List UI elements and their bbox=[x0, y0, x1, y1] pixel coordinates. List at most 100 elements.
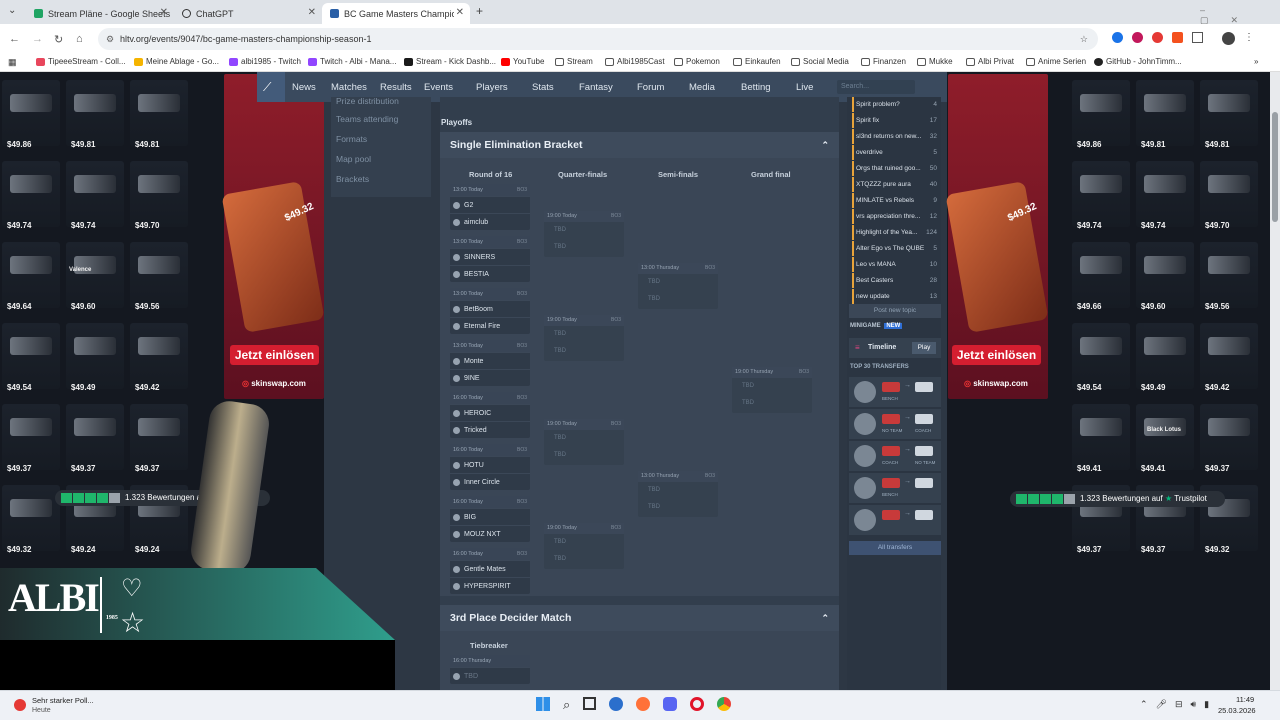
forum-topic[interactable]: XTQZZZ pure aura 40 bbox=[852, 177, 940, 192]
collapse-chevron-icon[interactable]: ⌃ bbox=[821, 605, 829, 631]
skin-card[interactable] bbox=[66, 161, 124, 227]
bookmark-star-icon[interactable]: ☆ bbox=[1080, 28, 1088, 50]
windows-start-icon[interactable] bbox=[536, 697, 550, 711]
nav-results[interactable]: Results bbox=[380, 82, 412, 93]
nav-matches[interactable]: Matches bbox=[331, 82, 367, 93]
right-ad-banner[interactable]: $49.86 $49.81 $49.81 $49.74 $49.74 $49.70 $49.… bbox=[945, 72, 1270, 690]
task-view-icon[interactable] bbox=[583, 697, 597, 710]
nav-forum[interactable]: Forum bbox=[637, 82, 664, 93]
skin-card[interactable] bbox=[1072, 80, 1130, 146]
skin-card[interactable] bbox=[66, 242, 124, 308]
bracket-match[interactable]: 19:00 Today BO3 TBD TBD bbox=[544, 315, 624, 361]
tab-sheets[interactable]: Stream Pläne - Google Sheets ✕ bbox=[26, 3, 174, 24]
nav-news[interactable]: News bbox=[292, 82, 316, 93]
notification-app-icon[interactable] bbox=[14, 699, 26, 711]
skin-card[interactable] bbox=[1136, 323, 1194, 389]
transfer-row[interactable]: → BENCH bbox=[849, 473, 941, 503]
forum-topic[interactable]: Leo vs MANA 10 bbox=[852, 257, 940, 272]
tab-list-chevron-icon[interactable]: ⌄ bbox=[8, 5, 16, 16]
forum-topic[interactable]: Highlight of the Yea... 124 bbox=[852, 225, 940, 240]
forum-topic[interactable]: Spirit fix 17 bbox=[852, 113, 940, 128]
profile-icon[interactable] bbox=[1222, 32, 1235, 45]
skin-card[interactable] bbox=[1200, 80, 1258, 146]
extension-icon[interactable] bbox=[1132, 32, 1143, 43]
skin-card[interactable] bbox=[1136, 80, 1194, 146]
skin-card[interactable] bbox=[1136, 161, 1194, 227]
skin-card[interactable] bbox=[1072, 404, 1130, 470]
scrollbar-thumb[interactable] bbox=[1272, 112, 1278, 222]
skin-card[interactable] bbox=[1136, 242, 1194, 308]
scrollbar[interactable] bbox=[1270, 72, 1280, 690]
menu-dots-icon[interactable]: ⋮ bbox=[1244, 32, 1254, 45]
extension-icon[interactable] bbox=[1112, 32, 1123, 43]
bracket-match[interactable]: 13:00 Today BO3 SINNERS BESTIA bbox=[450, 236, 530, 282]
timeline-minigame[interactable]: ≡ Timeline Play bbox=[849, 338, 941, 358]
bookmark-item[interactable]: Albi1985Cast bbox=[605, 57, 665, 66]
forum-topic[interactable]: sl3nd returns on new... 32 bbox=[852, 129, 940, 144]
extension-icon[interactable] bbox=[1172, 32, 1183, 43]
third-place-title[interactable]: 3rd Place Decider Match ⌃ bbox=[440, 605, 839, 631]
tab-chatgpt[interactable]: ChatGPT ✕ bbox=[174, 3, 322, 24]
skin-card[interactable] bbox=[66, 323, 124, 389]
close-icon[interactable]: ✕ bbox=[160, 7, 168, 18]
forum-topic[interactable]: MINLATE vs Rebels 9 bbox=[852, 193, 940, 208]
bracket-match[interactable]: 16:00 Today BO3 HOTU Inner Circle bbox=[450, 444, 530, 490]
bracket-match[interactable]: 13:00 Today BO3 BetBoom Eternal Fire bbox=[450, 288, 530, 334]
forum-topic[interactable]: Spirit problem? 4 bbox=[852, 97, 940, 112]
left-skinswap-link[interactable]: ◎ skinswap.com bbox=[242, 379, 306, 388]
browser-icon[interactable] bbox=[609, 697, 624, 711]
back-icon[interactable]: ← bbox=[9, 33, 20, 45]
discord-icon[interactable] bbox=[663, 697, 678, 711]
forum-topic[interactable]: Alter Ego vs The QUBE 5 bbox=[852, 241, 940, 256]
sidebar-map-pool[interactable]: Map pool bbox=[331, 149, 431, 169]
window-controls[interactable]: –▢✕ bbox=[1200, 5, 1280, 26]
tab-hltv[interactable]: BC Game Masters Championsh... ✕ bbox=[322, 3, 470, 24]
forum-topic[interactable]: overdrive 5 bbox=[852, 145, 940, 160]
extensions-puzzle-icon[interactable] bbox=[1192, 32, 1203, 43]
skin-card[interactable] bbox=[1200, 242, 1258, 308]
chrome-icon[interactable] bbox=[717, 697, 732, 711]
notification-title[interactable]: Sehr starker Poll... bbox=[32, 696, 94, 705]
bookmark-item[interactable]: TipeeeStream - Coll... bbox=[36, 57, 126, 66]
bookmark-item[interactable]: Meine Ablage - Go... bbox=[134, 57, 219, 66]
search-icon[interactable]: ⌕ bbox=[563, 697, 570, 713]
bookmark-item[interactable]: Twitch - Albi - Mana... bbox=[308, 57, 396, 66]
address-bar[interactable]: ⚙ hltv.org/events/9047/bc-game-masters-c… bbox=[98, 28, 1098, 50]
bracket-match[interactable]: 19:00 Today BO3 TBD TBD bbox=[544, 211, 624, 257]
transfer-row[interactable]: → BENCH bbox=[849, 377, 941, 407]
bookmark-item[interactable]: albi1985 - Twitch bbox=[229, 57, 301, 66]
skin-card[interactable] bbox=[1136, 404, 1194, 470]
bracket-title[interactable]: Single Elimination Bracket ⌃ bbox=[440, 132, 839, 158]
play-button[interactable]: Play bbox=[912, 342, 936, 354]
bracket-match[interactable]: 19:00 Today BO3 TBD TBD bbox=[544, 523, 624, 569]
sidebar-teams[interactable]: Teams attending bbox=[331, 109, 431, 129]
clock-time[interactable]: 11:49 bbox=[1236, 695, 1254, 704]
left-redeem-button[interactable]: Jetzt einlösen bbox=[230, 345, 319, 365]
opera-icon[interactable] bbox=[690, 697, 705, 711]
skin-card[interactable] bbox=[130, 323, 188, 389]
close-icon[interactable]: ✕ bbox=[456, 7, 464, 18]
skin-card[interactable] bbox=[2, 404, 60, 470]
bookmark-item[interactable]: YouTube bbox=[501, 57, 544, 66]
bookmarks-overflow-icon[interactable]: » bbox=[1254, 57, 1258, 66]
skin-card[interactable] bbox=[130, 404, 188, 470]
skin-card[interactable] bbox=[66, 404, 124, 470]
skin-card[interactable] bbox=[1200, 161, 1258, 227]
search-input[interactable]: Search... bbox=[837, 80, 915, 94]
skin-card[interactable] bbox=[1200, 404, 1258, 470]
tiebreaker-match[interactable]: 16:00 Thursday TBD bbox=[450, 655, 530, 684]
reload-icon[interactable]: ↻ bbox=[54, 33, 63, 46]
new-tab-icon[interactable]: + bbox=[476, 4, 483, 18]
bookmark-item[interactable]: Finanzen bbox=[861, 57, 906, 66]
bookmark-item[interactable]: Pokemon bbox=[674, 57, 720, 66]
skin-card[interactable] bbox=[1200, 323, 1258, 389]
apps-grid-icon[interactable]: ▦ bbox=[8, 57, 17, 68]
bookmark-item[interactable]: Stream bbox=[555, 57, 593, 66]
forum-topic[interactable]: Orgs that ruined goo... 50 bbox=[852, 161, 940, 176]
skin-card[interactable] bbox=[130, 80, 188, 146]
nav-live[interactable]: Live bbox=[796, 82, 813, 93]
forward-icon[interactable]: → bbox=[32, 33, 43, 45]
forum-topic[interactable]: vrs appreciation thre... 12 bbox=[852, 209, 940, 224]
skin-card[interactable] bbox=[2, 242, 60, 308]
close-icon[interactable]: ✕ bbox=[308, 7, 316, 18]
